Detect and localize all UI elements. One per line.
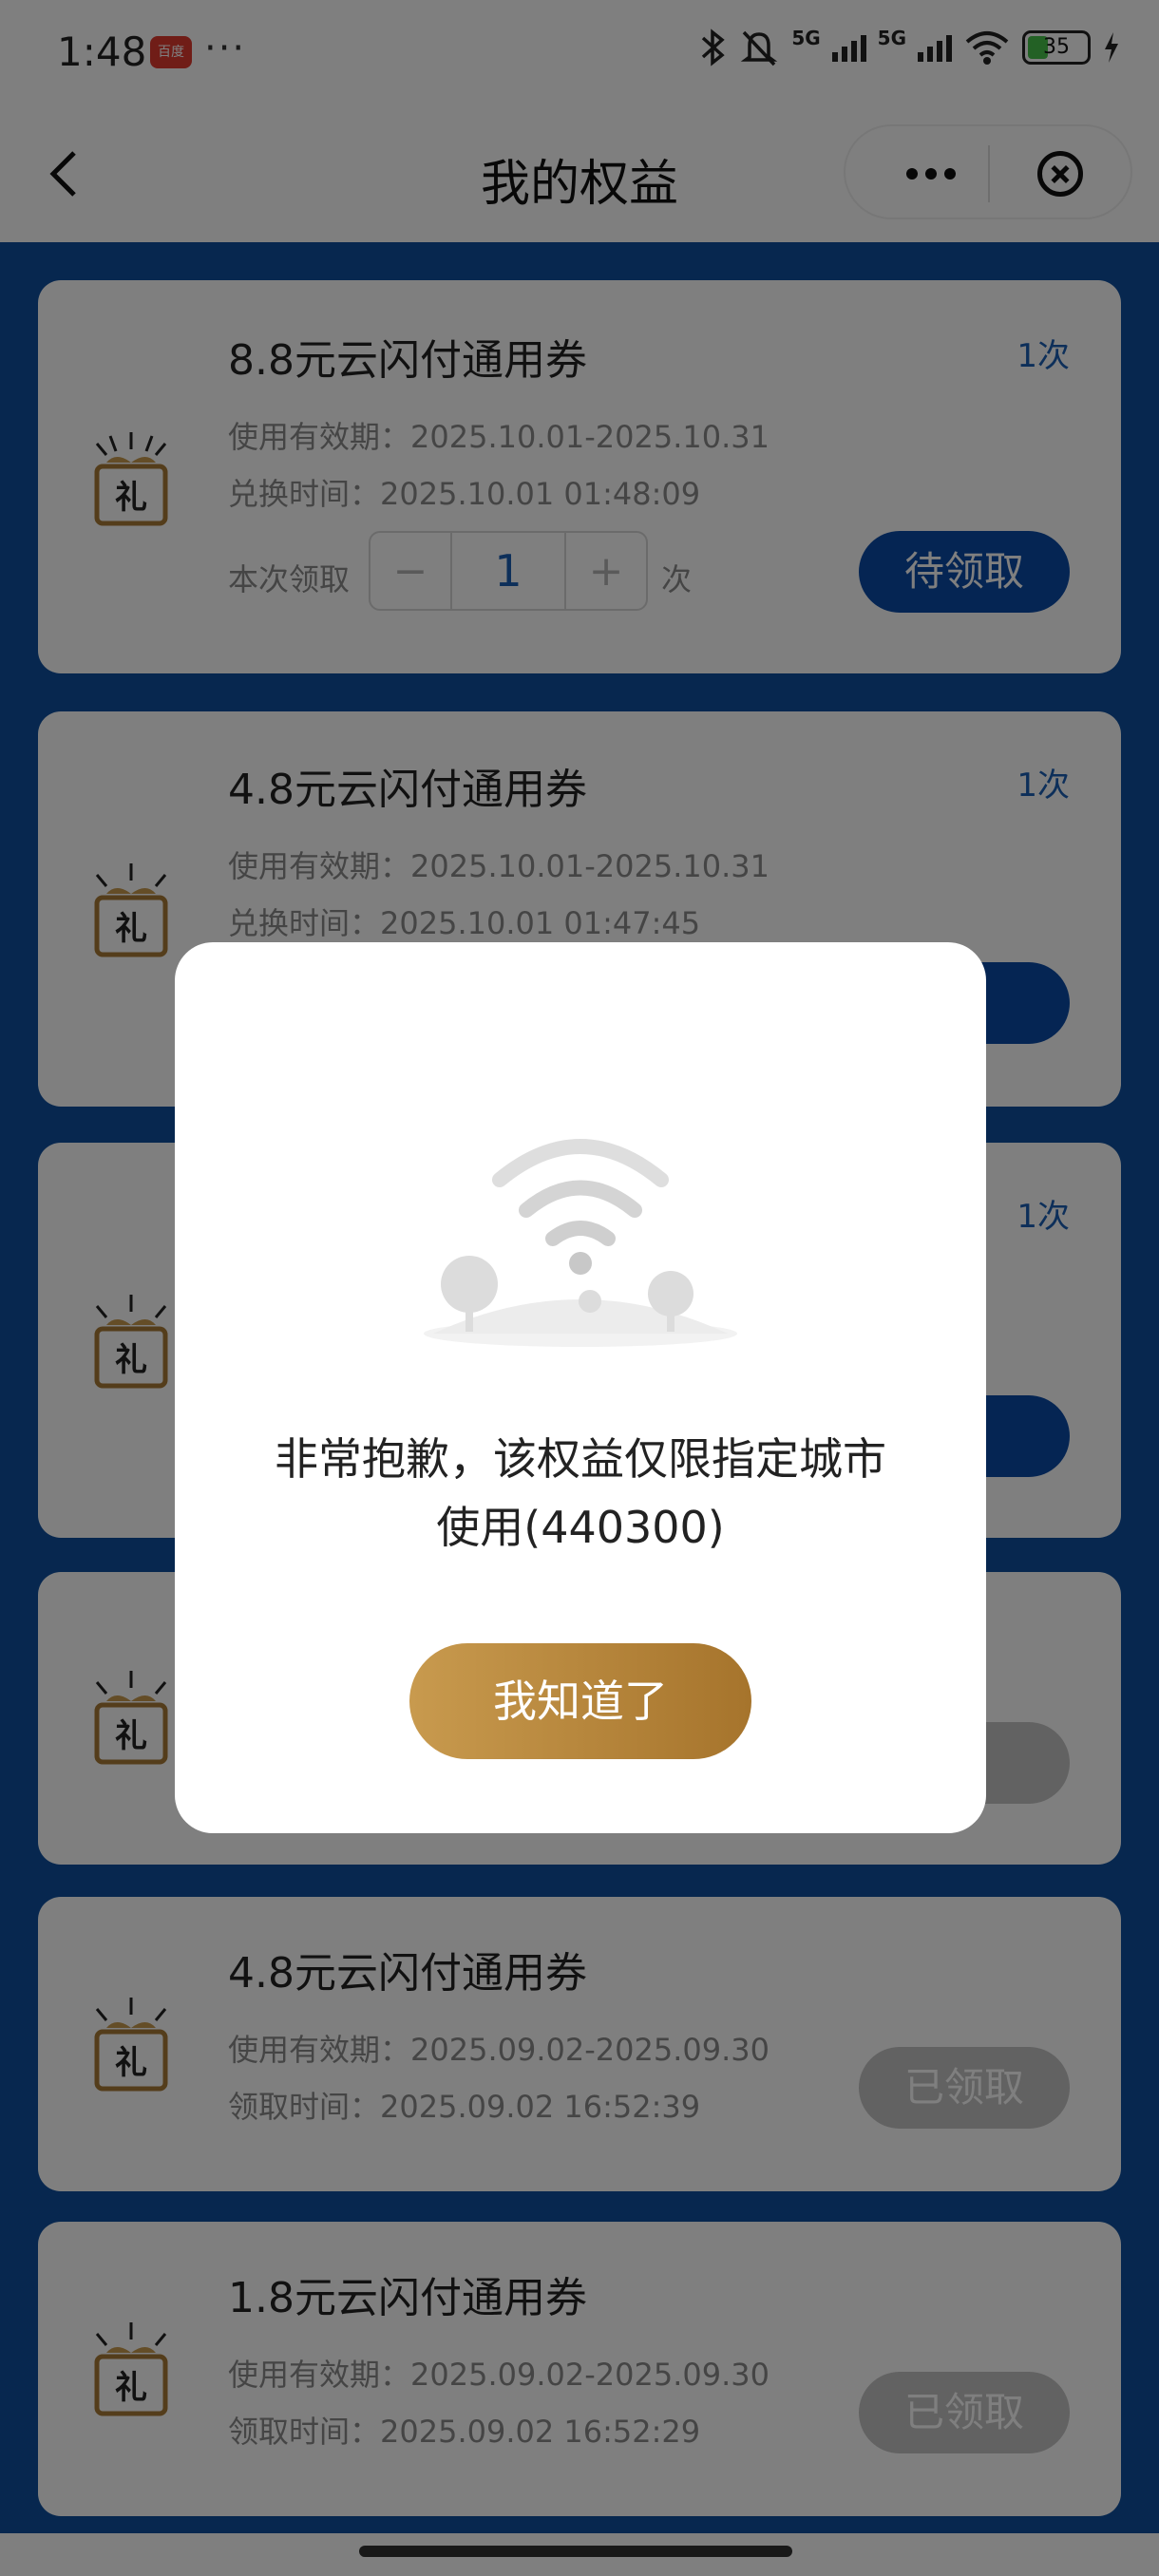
dialog-message: 非常抱歉，该权益仅限指定城市 使用(440300) [232,1425,929,1562]
acknowledge-button[interactable]: 我知道了 [409,1643,751,1759]
dialog-message-line2: 使用(440300) [436,1502,725,1553]
city-restriction-dialog: 非常抱歉，该权益仅限指定城市 使用(440300) 我知道了 [175,942,986,1833]
dialog-message-line1: 非常抱歉，该权益仅限指定城市 [275,1433,886,1485]
no-network-illustration [424,1139,737,1347]
